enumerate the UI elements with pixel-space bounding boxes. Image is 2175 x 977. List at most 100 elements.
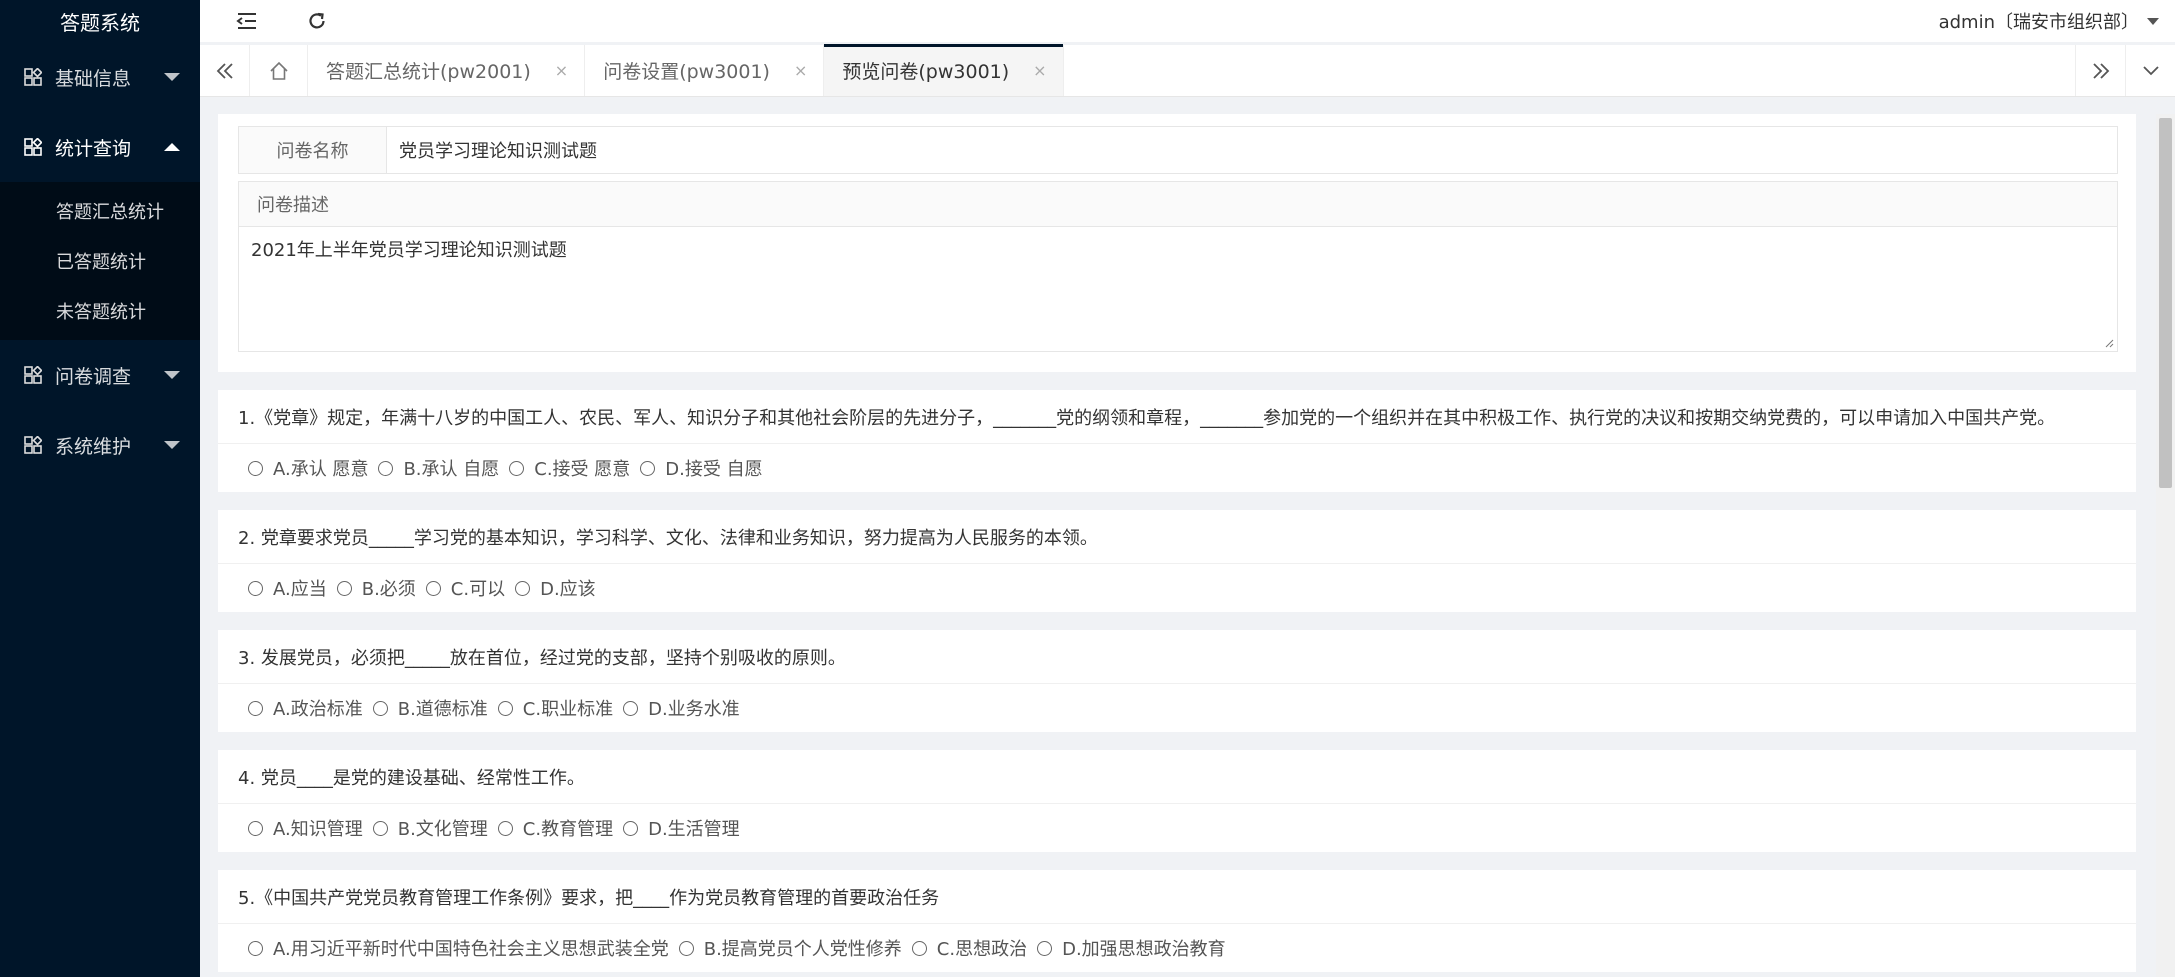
option-radio[interactable]: D.应该 xyxy=(515,575,596,601)
tab-summary-stats[interactable]: 答题汇总统计(pw2001) × xyxy=(308,45,586,96)
submenu-stat-query: 答题汇总统计 已答题统计 未答题统计 xyxy=(0,182,200,340)
radio-icon[interactable] xyxy=(378,460,394,476)
survey-info-card: 问卷名称 党员学习理论知识测试题 问卷描述 2021年上半年党员学习理论知识测试… xyxy=(218,114,2136,372)
tab-home[interactable] xyxy=(250,45,308,96)
option-radio[interactable]: C.教育管理 xyxy=(497,815,613,841)
menu-label: 统计查询 xyxy=(55,137,132,160)
tab-survey-settings[interactable]: 问卷设置(pw3001) × xyxy=(585,45,825,96)
question-title: 4. 党员____是党的建设基础、经常性工作。 xyxy=(218,750,2136,804)
option-radio[interactable]: B.道德标准 xyxy=(372,695,488,721)
question-options: A.承认 愿意 B.承认 自愿 C.接受 愿意 D.接受 自愿 xyxy=(218,444,2136,492)
question-title: 5.《中国共产党党员教育管理工作条例》要求，把____作为党员教育管理的首要政治… xyxy=(218,870,2136,924)
radio-icon[interactable] xyxy=(248,820,263,836)
question-card: 4. 党员____是党的建设基础、经常性工作。 A.知识管理 B.文化管理 C.… xyxy=(218,750,2136,852)
close-icon[interactable]: × xyxy=(1033,61,1046,80)
option-label: D.加强思想政治教育 xyxy=(1062,939,1226,960)
survey-name-row: 问卷名称 党员学习理论知识测试题 xyxy=(238,126,2118,174)
tab-scroll-right-button[interactable] xyxy=(2075,45,2125,96)
survey-name-label: 问卷名称 xyxy=(239,127,387,173)
question-title: 3. 发展党员，必须把_____放在首位，经过党的支部，坚持个别吸收的原则。 xyxy=(218,630,2136,684)
scrollbar-thumb[interactable] xyxy=(2159,118,2172,488)
option-label: D.业务水准 xyxy=(648,699,740,720)
option-radio[interactable]: A.政治标准 xyxy=(248,695,363,721)
menu-stat-query[interactable]: 统计查询 xyxy=(0,112,200,182)
top-header: admin〔瑞安市组织部〕 xyxy=(200,0,2175,42)
radio-icon[interactable] xyxy=(497,700,513,716)
question-options: A.政治标准 B.道德标准 C.职业标准 D.业务水准 xyxy=(218,684,2136,732)
menu-basic-info[interactable]: 基础信息 xyxy=(0,42,200,112)
survey-desc-textarea[interactable]: 2021年上半年党员学习理论知识测试题 xyxy=(239,227,2117,351)
radio-icon[interactable] xyxy=(425,580,441,596)
radio-icon[interactable] xyxy=(336,580,352,596)
grid-icon xyxy=(24,366,42,384)
radio-icon[interactable] xyxy=(515,580,531,596)
option-label: B.道德标准 xyxy=(397,699,488,720)
option-radio[interactable]: B.承认 自愿 xyxy=(378,455,499,481)
resize-handle-icon[interactable] xyxy=(2104,338,2114,348)
menu-survey[interactable]: 问卷调查 xyxy=(0,340,200,410)
sub-item-summary-stats[interactable]: 答题汇总统计 xyxy=(0,186,200,236)
radio-icon[interactable] xyxy=(623,820,639,836)
grid-icon xyxy=(24,138,42,156)
chevron-down-icon xyxy=(2142,65,2159,75)
radio-icon[interactable] xyxy=(248,940,263,956)
option-label: A.应当 xyxy=(273,579,327,600)
double-chevron-left-icon xyxy=(216,62,233,79)
radio-icon[interactable] xyxy=(623,700,639,716)
option-radio[interactable]: C.可以 xyxy=(425,575,506,601)
tab-options-dropdown[interactable] xyxy=(2125,45,2175,96)
close-icon[interactable]: × xyxy=(555,61,568,80)
option-label: A.知识管理 xyxy=(273,819,363,840)
option-radio[interactable]: B.文化管理 xyxy=(372,815,488,841)
option-label: C.可以 xyxy=(450,579,506,600)
option-radio[interactable]: D.生活管理 xyxy=(623,815,740,841)
option-radio[interactable]: C.思想政治 xyxy=(911,935,1027,961)
tab-preview-survey[interactable]: 预览问卷(pw3001) × xyxy=(824,44,1064,96)
caret-down-icon xyxy=(164,441,180,449)
radio-icon[interactable] xyxy=(640,460,656,476)
collapse-menu-button[interactable] xyxy=(227,0,267,42)
survey-desc-value: 2021年上半年党员学习理论知识测试题 xyxy=(251,240,567,261)
option-radio[interactable]: A.知识管理 xyxy=(248,815,363,841)
question-card: 3. 发展党员，必须把_____放在首位，经过党的支部，坚持个别吸收的原则。 A… xyxy=(218,630,2136,732)
vertical-scrollbar[interactable] xyxy=(2156,114,2175,977)
radio-icon[interactable] xyxy=(248,700,263,716)
radio-icon[interactable] xyxy=(248,460,263,476)
radio-icon[interactable] xyxy=(248,580,263,596)
option-radio[interactable]: D.接受 自愿 xyxy=(640,455,763,481)
survey-desc-box: 问卷描述 2021年上半年党员学习理论知识测试题 xyxy=(238,181,2118,352)
option-radio[interactable]: B.提高党员个人党性修养 xyxy=(678,935,902,961)
option-label: A.承认 愿意 xyxy=(273,459,369,480)
option-label: C.职业标准 xyxy=(522,699,614,720)
tab-scroll-left-button[interactable] xyxy=(200,45,250,96)
option-radio[interactable]: D.加强思想政治教育 xyxy=(1037,935,1226,961)
option-label: B.承认 自愿 xyxy=(403,459,500,480)
radio-icon[interactable] xyxy=(372,700,388,716)
radio-icon[interactable] xyxy=(372,820,388,836)
radio-icon[interactable] xyxy=(911,940,927,956)
tab-label: 问卷设置(pw3001) xyxy=(603,61,770,83)
app-logo: 答题系统 xyxy=(60,10,140,35)
menu-fold-icon xyxy=(236,13,256,29)
option-radio[interactable]: A.用习近平新时代中国特色社会主义思想武装全党 xyxy=(248,935,669,961)
option-radio[interactable]: C.接受 愿意 xyxy=(509,455,630,481)
sub-item-answered-stats[interactable]: 已答题统计 xyxy=(0,236,200,286)
radio-icon[interactable] xyxy=(1037,940,1053,956)
menu-system-maintenance[interactable]: 系统维护 xyxy=(0,410,200,480)
option-radio[interactable]: A.应当 xyxy=(248,575,327,601)
radio-icon[interactable] xyxy=(497,820,513,836)
option-radio[interactable]: D.业务水准 xyxy=(623,695,740,721)
radio-icon[interactable] xyxy=(509,460,525,476)
menu-label: 问卷调查 xyxy=(55,365,132,388)
option-radio[interactable]: B.必须 xyxy=(336,575,416,601)
option-radio[interactable]: A.承认 愿意 xyxy=(248,455,368,481)
option-label: D.接受 自愿 xyxy=(665,459,763,480)
refresh-button[interactable] xyxy=(297,0,337,42)
question-card: 2. 党章要求党员_____学习党的基本知识，学习科学、文化、法律和业务知识，努… xyxy=(218,510,2136,612)
user-menu[interactable]: admin〔瑞安市组织部〕 xyxy=(1939,0,2159,42)
option-radio[interactable]: C.职业标准 xyxy=(497,695,614,721)
sub-item-unanswered-stats[interactable]: 未答题统计 xyxy=(0,286,200,336)
survey-name-value: 党员学习理论知识测试题 xyxy=(399,141,597,162)
radio-icon[interactable] xyxy=(678,940,694,956)
close-icon[interactable]: × xyxy=(794,61,807,80)
